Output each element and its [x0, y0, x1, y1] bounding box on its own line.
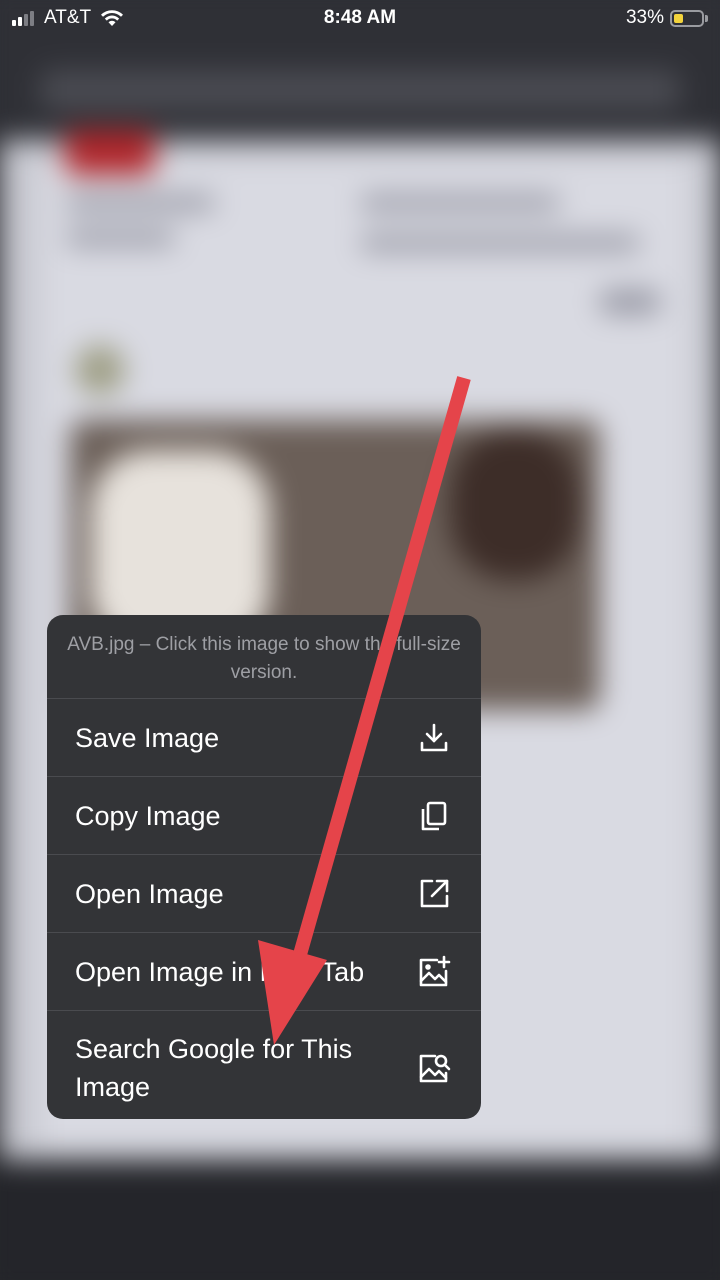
menu-item-label: Save Image	[75, 722, 220, 753]
copy-icon	[417, 799, 451, 833]
battery-level-fill	[674, 13, 683, 23]
status-bar: AT&T 8:48 AM 33%	[0, 0, 720, 40]
image-context-menu: AVB.jpg – Click this image to show the f…	[47, 615, 481, 1119]
menu-item-label: Open Image in New Tab	[75, 956, 365, 987]
site-logo	[65, 130, 155, 175]
download-icon	[417, 721, 451, 755]
battery-percentage: 33%	[625, 7, 664, 28]
copy-image-menu-item[interactable]: Copy Image	[47, 777, 481, 855]
save-image-menu-item[interactable]: Save Image	[47, 699, 481, 777]
open-external-icon	[417, 877, 451, 911]
open-image-new-tab-menu-item[interactable]: Open Image in New Tab	[47, 933, 481, 1011]
image-caption: AVB.jpg – Click this image to show the f…	[47, 615, 481, 699]
image-search-icon	[417, 1051, 451, 1085]
address-bar	[40, 70, 680, 110]
battery-icon	[670, 9, 704, 27]
menu-item-label: Open Image	[75, 878, 224, 909]
open-image-menu-item[interactable]: Open Image	[47, 855, 481, 933]
clock: 8:48 AM	[323, 7, 397, 28]
image-plus-icon	[417, 955, 451, 989]
search-google-image-menu-item[interactable]: Search Google for This Image	[47, 1011, 481, 1119]
menu-item-label: Search Google for This Image	[75, 1034, 353, 1102]
menu-item-label: Copy Image	[75, 800, 221, 831]
browser-bottom-toolbar	[0, 1160, 720, 1280]
